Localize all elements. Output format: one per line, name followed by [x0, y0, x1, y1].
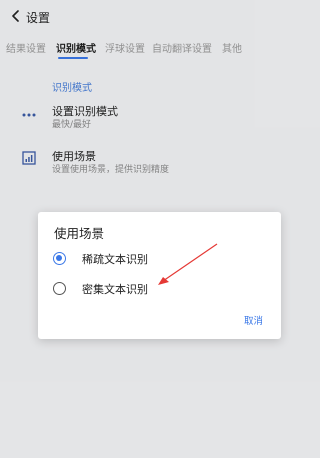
usage-scene-dialog: 使用场景 稀疏文本识别 密集文本识别 取消	[38, 212, 281, 339]
option-sparse-text[interactable]: 稀疏文本识别	[52, 249, 252, 269]
dialog-title: 使用场景	[54, 226, 105, 241]
settings-screen: 设置 结果设置 识别模式 浮球设置 自动翻译设置 其他 识别模式 设置识别模式 …	[0, 0, 320, 458]
radio-unchecked-icon[interactable]	[53, 282, 66, 295]
option-label: 密集文本识别	[82, 283, 148, 296]
radio-checked-icon[interactable]	[53, 252, 66, 265]
cancel-button[interactable]: 取消	[244, 313, 263, 327]
option-dense-text[interactable]: 密集文本识别	[52, 279, 252, 299]
option-label: 稀疏文本识别	[82, 253, 148, 266]
